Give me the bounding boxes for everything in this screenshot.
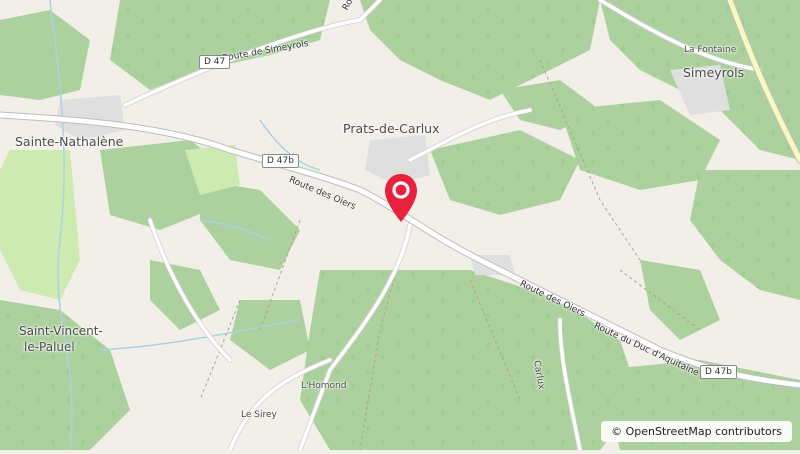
map-canvas[interactable]: Prats-de-Carlux Sainte-Nathalène Simeyro… xyxy=(0,0,800,453)
place-label-sainte-nathalene: Sainte-Nathalène xyxy=(15,134,124,149)
location-marker-pin-icon[interactable] xyxy=(383,172,419,226)
place-label-la-fontaine: La Fontaine xyxy=(684,45,737,55)
road-shield-d47b-west: D 47b xyxy=(262,154,299,168)
attribution-link[interactable]: OpenStreetMap contributors xyxy=(626,425,782,438)
place-label-saint-vincent-line1: Saint-Vincent- xyxy=(19,324,103,338)
place-label-prats-de-carlux: Prats-de-Carlux xyxy=(343,121,440,136)
attribution-box: © OpenStreetMap contributors xyxy=(601,421,792,442)
place-label-saint-vincent-line2: le-Paluel xyxy=(24,340,75,354)
place-label-simeyrols: Simeyrols xyxy=(683,65,745,80)
place-label-le-sirey: Le Sirey xyxy=(241,410,277,420)
road-shield-d47b-east: D 47b xyxy=(700,365,737,379)
road-shield-d47: D 47 xyxy=(199,55,231,69)
place-label-lhomond: L'Homond xyxy=(301,381,347,391)
copyright-symbol: © xyxy=(611,425,623,438)
